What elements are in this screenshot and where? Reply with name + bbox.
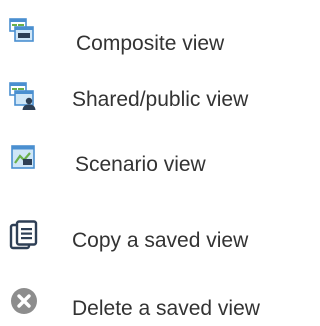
legend-item-copy-saved-view: Copy a saved view <box>0 218 287 258</box>
shared-public-view-icon <box>9 82 36 110</box>
legend-label-shared-public-view: Shared/public view <box>72 88 249 111</box>
delete-saved-view-icon <box>11 288 37 314</box>
legend-item-scenario-view: Scenario view <box>0 138 287 178</box>
legend-label-composite-view: Composite view <box>76 32 225 55</box>
copy-saved-view-icon <box>9 220 38 250</box>
scenario-view-icon <box>11 145 35 169</box>
icon-legend: Composite view Shared/public view Scenar… <box>0 0 287 324</box>
legend-label-copy-saved-view: Copy a saved view <box>72 229 249 252</box>
legend-item-shared-public-view: Shared/public view <box>0 78 287 118</box>
legend-item-composite-view: Composite view <box>0 14 287 55</box>
legend-label-delete-saved-view: Delete a saved view <box>72 297 260 320</box>
legend-label-scenario-view: Scenario view <box>75 153 206 176</box>
composite-view-icon <box>9 18 34 42</box>
legend-item-delete-saved-view: Delete a saved view <box>0 286 287 326</box>
